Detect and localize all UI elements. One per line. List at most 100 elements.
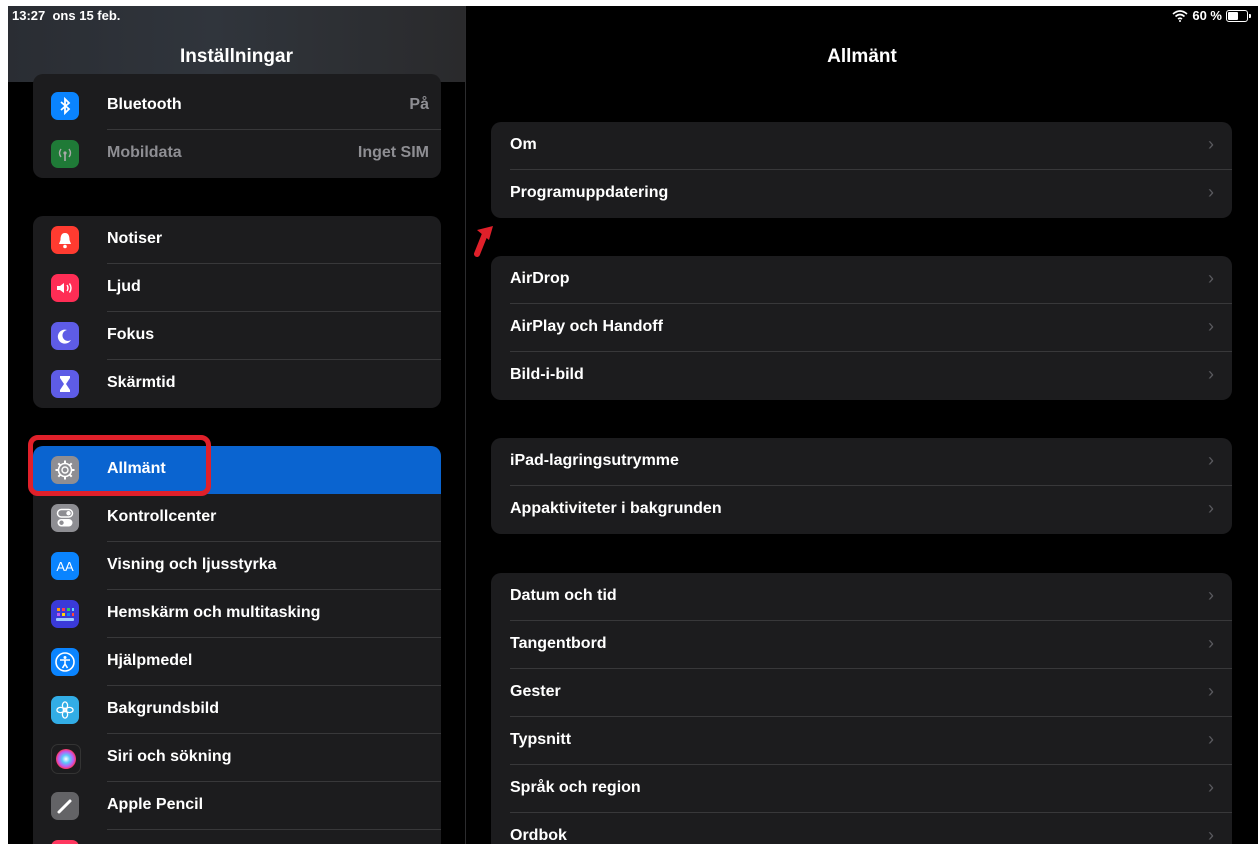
battery-percentage: 60 % [1192, 8, 1222, 23]
sidebar-item-notiser[interactable]: Notiser [33, 216, 441, 264]
sidebar-item-skarmtid[interactable]: Skärmtid [33, 360, 441, 408]
chevron-right-icon: › [1208, 316, 1214, 336]
chevron-right-icon: › [1208, 777, 1214, 797]
row-label: AirPlay och Handoff [510, 318, 663, 335]
sidebar-item-label: Hjälpmedel [107, 652, 193, 669]
chevron-right-icon: › [1208, 134, 1214, 154]
row-label: Gester [510, 683, 561, 700]
settings-group-info: Om › Programuppdatering › [491, 122, 1232, 218]
sidebar-group-notifications: Notiser Ljud Fokus Skärmtid [33, 216, 441, 408]
speaker-icon [51, 274, 79, 302]
sidebar-item-hemskarm[interactable]: Hemskärm och multitasking [33, 590, 441, 638]
sidebar-group-general: Allmänt Kontrollcenter AA Visning och lj… [33, 446, 441, 844]
settings-row-gester[interactable]: Gester › [491, 669, 1232, 717]
bluetooth-icon [51, 92, 79, 120]
settings-row-om[interactable]: Om › [491, 122, 1232, 170]
sidebar-item-label: Hemskärm och multitasking [107, 604, 321, 621]
text-size-icon: AA [51, 552, 79, 580]
sidebar-item-ljud[interactable]: Ljud [33, 264, 441, 312]
battery-icon [1226, 9, 1251, 22]
sidebar-item-bakgrundsbild[interactable]: Bakgrundsbild [33, 686, 441, 734]
sidebar-item-label: Mobildata [107, 144, 182, 161]
grid-icon [51, 600, 79, 628]
sidebar-group-connectivity: Bluetooth På Mobildata Inget SIM [33, 74, 441, 178]
siri-icon [51, 744, 81, 774]
sidebar-item-label: Ljud [107, 278, 141, 295]
accessibility-icon [51, 648, 79, 676]
sidebar-item-label: Bakgrundsbild [107, 700, 220, 717]
settings-row-bild-i-bild[interactable]: Bild-i-bild › [491, 352, 1232, 400]
chevron-right-icon: › [1208, 364, 1214, 384]
fingerprint-icon [51, 840, 79, 844]
moon-icon [51, 322, 79, 350]
row-label: AirDrop [510, 270, 570, 287]
toggle-icon [51, 504, 79, 532]
row-label: iPad-lagringsutrymme [510, 452, 679, 469]
sidebar-item-label: Siri och sökning [107, 748, 232, 765]
sidebar-item-value: Inget SIM [357, 144, 429, 161]
hourglass-icon [51, 370, 79, 398]
settings-row-programuppdatering[interactable]: Programuppdatering › [491, 170, 1232, 218]
row-label: Typsnitt [510, 731, 572, 748]
wifi-icon [1172, 9, 1188, 22]
sidebar-item-siri[interactable]: Siri och sökning [33, 734, 441, 782]
sidebar-item-mobildata[interactable]: Mobildata Inget SIM [33, 130, 441, 178]
sidebar-item-label: Kontrollcenter [107, 508, 217, 525]
chevron-right-icon: › [1208, 182, 1214, 202]
pencil-icon [51, 792, 79, 820]
chevron-right-icon: › [1208, 681, 1214, 701]
sidebar-item-label: Fokus [107, 326, 155, 343]
row-label: Programuppdatering [510, 184, 669, 201]
settings-group-sharing: AirDrop › AirPlay och Handoff › Bild-i-b… [491, 256, 1232, 400]
sidebar-item-label: Notiser [107, 230, 163, 247]
sidebar-item-partial[interactable] [33, 830, 441, 844]
row-label: Språk och region [510, 779, 641, 796]
sidebar-item-fokus[interactable]: Fokus [33, 312, 441, 360]
sidebar-item-visning[interactable]: AA Visning och ljusstyrka [33, 542, 441, 590]
row-label: Datum och tid [510, 587, 617, 604]
sidebar-item-label: Visning och ljusstyrka [107, 556, 277, 573]
page-title: Allmänt [827, 46, 897, 67]
settings-row-typsnitt[interactable]: Typsnitt › [491, 717, 1232, 765]
chevron-right-icon: › [1208, 268, 1214, 288]
settings-row-airplay[interactable]: AirPlay och Handoff › [491, 304, 1232, 352]
row-label: Ordbok [510, 827, 567, 844]
sidebar-item-bluetooth[interactable]: Bluetooth På [33, 82, 441, 130]
arrow-annotation [474, 226, 493, 257]
ipad-screen: Inställningar Bluetooth På Mobildata Ing… [8, 6, 1258, 844]
sidebar-item-value: På [409, 96, 429, 113]
settings-row-ordbok[interactable]: Ordbok › [491, 813, 1232, 844]
sidebar-item-kontrollcenter[interactable]: Kontrollcenter [33, 494, 441, 542]
chevron-right-icon: › [1208, 498, 1214, 518]
sidebar-item-apple-pencil[interactable]: Apple Pencil [33, 782, 441, 830]
sidebar-item-label: Apple Pencil [107, 796, 204, 813]
bell-icon [51, 226, 79, 254]
flower-icon [51, 696, 79, 724]
settings-row-lagring[interactable]: iPad-lagringsutrymme › [491, 438, 1232, 486]
sidebar-item-hjalpmedel[interactable]: Hjälpmedel [33, 638, 441, 686]
row-label: Om [510, 136, 537, 153]
settings-row-tangentbord[interactable]: Tangentbord › [491, 621, 1232, 669]
row-label: Bild-i-bild [510, 366, 584, 383]
status-time: 13:27 ons 15 feb. [12, 8, 121, 23]
highlight-annotation [28, 435, 211, 496]
row-label: Appaktiviteter i bakgrunden [510, 500, 722, 517]
settings-row-airdrop[interactable]: AirDrop › [491, 256, 1232, 304]
chevron-right-icon: › [1208, 729, 1214, 749]
sidebar-item-label: Skärmtid [107, 374, 176, 391]
settings-group-storage: iPad-lagringsutrymme › Appaktiviteter i … [491, 438, 1232, 534]
antenna-icon [51, 140, 79, 168]
settings-row-datum[interactable]: Datum och tid › [491, 573, 1232, 621]
chevron-right-icon: › [1208, 450, 1214, 470]
sidebar: Inställningar Bluetooth På Mobildata Ing… [8, 6, 465, 844]
status-indicators: 60 % [1172, 8, 1251, 23]
settings-group-locale: Datum och tid › Tangentbord › Gester › T… [491, 573, 1232, 844]
chevron-right-icon: › [1208, 585, 1214, 605]
settings-row-appaktiviteter[interactable]: Appaktiviteter i bakgrunden › [491, 486, 1232, 534]
sidebar-title: Inställningar [180, 46, 293, 67]
sidebar-item-label: Bluetooth [107, 96, 182, 113]
settings-row-sprak[interactable]: Språk och region › [491, 765, 1232, 813]
row-label: Tangentbord [510, 635, 607, 652]
chevron-right-icon: › [1208, 825, 1214, 844]
detail-pane: Allmänt Om › Programuppdatering › AirDro… [466, 6, 1258, 844]
